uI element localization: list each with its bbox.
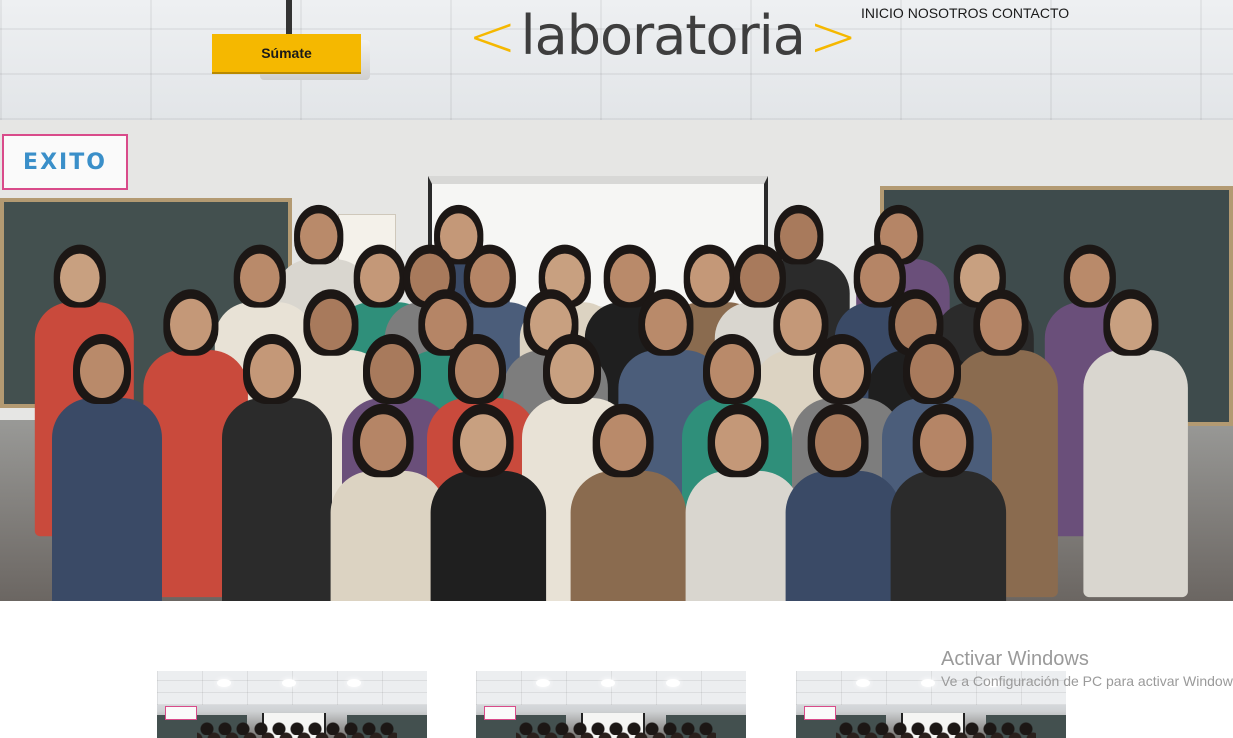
person-face [980,298,1022,351]
group-of-people [0,200,1233,601]
windows-activation-title: Activar Windows [941,648,1089,670]
person-face [1110,298,1152,351]
thumbnail-light [217,679,231,687]
join-button[interactable]: Súmate [212,34,361,72]
person-body [570,470,687,601]
person-face [550,344,594,398]
person-body [890,470,1007,601]
hero-group-photo: EXITO [0,0,1233,601]
person-body [1083,350,1188,598]
thumbnail-light [856,679,870,687]
nav-link-nosotros[interactable]: NOSOTROS [908,5,988,21]
thumbnail-light [536,679,550,687]
thumbnail-sign [484,706,516,720]
page: EXITO Súmate < laboratoria > INICIO NOSO… [0,0,1233,738]
person-face [780,298,822,351]
person-face [455,344,499,398]
gallery-thumbnail-2[interactable] [476,671,746,738]
thumbnail-sign [804,706,836,720]
person-face [610,253,650,303]
person-face [715,414,762,471]
person-face [690,253,730,303]
person-body [222,398,332,601]
person-face [360,253,400,303]
person-face [470,253,510,303]
thumbnail-people [516,721,716,738]
thumbnail-sign [165,706,197,720]
person-body [330,470,447,601]
person-face [920,414,967,471]
thumbnail-light [347,679,361,687]
logo-open-bracket: < [468,2,517,70]
person-body [52,398,162,601]
person-face [1070,253,1110,303]
thumbnail-light [601,679,615,687]
exitos-sign: EXITO [2,134,128,190]
person-body [430,470,547,601]
person-face [60,253,100,303]
person-face [740,253,780,303]
logo[interactable]: < laboratoria > [468,2,857,70]
person-face [310,298,352,351]
gallery-thumbnail-1[interactable] [157,671,427,738]
thumbnail-people [197,721,397,738]
logo-close-bracket: > [808,2,858,70]
person-face [460,414,507,471]
windows-activation-subtitle: Ve a Configuración de PC para activar Wi… [941,673,1233,689]
thumbnail-light [921,679,935,687]
person-face [370,344,414,398]
person-face [820,344,864,398]
person-face [710,344,754,398]
thumbnail-people [836,721,1036,738]
person-face [360,414,407,471]
nav-link-inicio[interactable]: INICIO [861,5,904,21]
person-face [240,253,280,303]
person-face [645,298,687,351]
top-nav: INICIO NOSOTROS CONTACTO [861,5,1069,21]
person-face [815,414,862,471]
person-face [780,213,818,260]
person-body [685,470,802,601]
person-body [785,470,902,601]
person-face [600,414,647,471]
person-face [860,253,900,303]
thumbnail-ceiling [476,671,746,705]
thumbnail-ceiling [157,671,427,705]
exitos-sign-text: EXITO [23,149,107,175]
nav-link-contacto[interactable]: CONTACTO [992,5,1069,21]
person-face [250,344,294,398]
logo-wordmark: laboratoria [520,4,806,67]
person-face [170,298,212,351]
person-face [910,344,954,398]
thumbnail-light [282,679,296,687]
person-face [300,213,338,260]
person-face [80,344,124,398]
thumbnail-light [666,679,680,687]
